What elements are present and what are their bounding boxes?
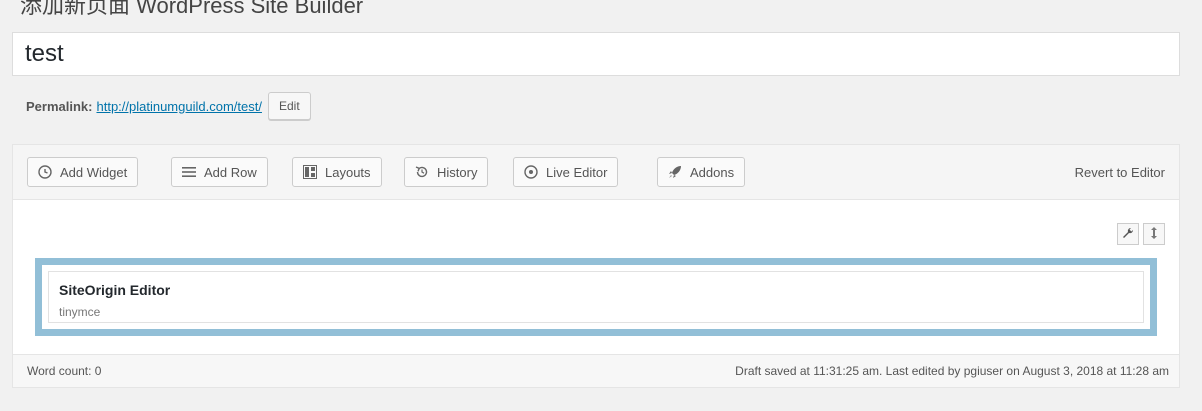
permalink-edit-button[interactable]: Edit: [267, 92, 311, 120]
addons-button[interactable]: Addons: [657, 157, 746, 187]
widget-subtitle: tinymce: [59, 305, 101, 319]
post-title-input[interactable]: [12, 32, 1180, 76]
page-builder-panel: Add Widget Add Row Layouts History Live: [12, 144, 1180, 388]
hamburger-lines-icon: [182, 166, 196, 178]
wrench-icon: [1122, 227, 1134, 242]
builder-toolbar: Add Widget Add Row Layouts History Live: [13, 145, 1179, 200]
add-row-label: Add Row: [204, 164, 257, 180]
add-row-button[interactable]: Add Row: [171, 157, 268, 187]
row-tools: [1113, 223, 1165, 245]
page-header-cut: 添加新页面 WordPress Site Builder: [20, 0, 364, 18]
add-widget-button[interactable]: Add Widget: [27, 157, 139, 187]
live-editor-button[interactable]: Live Editor: [513, 157, 619, 187]
layouts-button[interactable]: Layouts: [292, 157, 382, 187]
live-editor-label: Live Editor: [546, 164, 608, 180]
status-bar: Word count: 0 Draft saved at 11:31:25 am…: [13, 354, 1179, 387]
revert-to-editor-link[interactable]: Revert to Editor: [1075, 157, 1165, 187]
widget-cell[interactable]: SiteOrigin Editor tinymce: [35, 258, 1157, 336]
eye-circle-icon: [524, 165, 538, 179]
permalink-row: Permalink: http://platinumguild.com/test…: [26, 92, 311, 120]
addons-label: Addons: [690, 164, 735, 180]
rocket-icon: [668, 165, 682, 179]
row-settings-button[interactable]: [1117, 223, 1139, 245]
layout-grid-icon: [303, 165, 317, 179]
permalink-link[interactable]: http://platinumguild.com/test/: [96, 99, 261, 114]
widget-card[interactable]: SiteOrigin Editor tinymce: [48, 271, 1144, 323]
move-vertical-icon: [1150, 226, 1158, 242]
add-widget-label: Add Widget: [60, 164, 128, 180]
draft-status: Draft saved at 11:31:25 am. Last edited …: [735, 364, 1169, 378]
layouts-label: Layouts: [325, 164, 371, 180]
row-move-button[interactable]: [1143, 223, 1165, 245]
clock-circle-icon: [38, 165, 52, 179]
history-label: History: [437, 164, 478, 180]
permalink-label: Permalink:: [26, 98, 93, 114]
history-button[interactable]: History: [404, 157, 489, 187]
history-arrow-icon: [415, 165, 429, 179]
widget-title: SiteOrigin Editor: [59, 282, 171, 298]
word-count: Word count: 0: [27, 364, 102, 378]
